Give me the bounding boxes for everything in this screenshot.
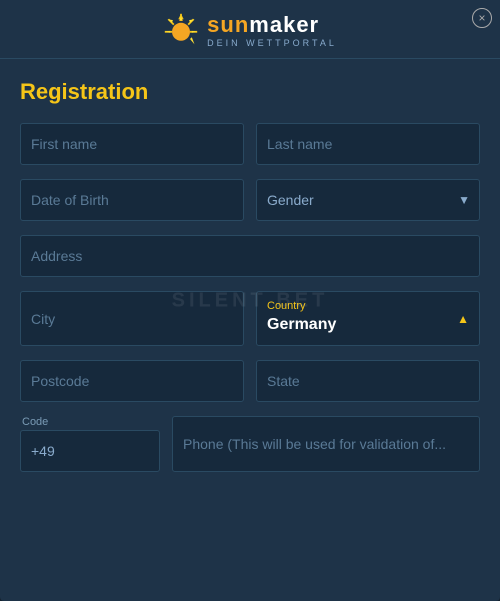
close-button[interactable]: × bbox=[472, 8, 492, 28]
code-input[interactable] bbox=[20, 430, 160, 472]
state-group bbox=[256, 360, 480, 402]
country-dropdown[interactable]: Country Germany ▲ bbox=[256, 291, 480, 346]
address-input[interactable] bbox=[20, 235, 480, 277]
gender-select[interactable]: Gender Male Female bbox=[256, 179, 480, 221]
logo-tagline: DEIN WETTPORTAL bbox=[207, 38, 337, 48]
gender-group: Gender Male Female ▼ bbox=[256, 179, 480, 221]
dob-group bbox=[20, 179, 244, 221]
city-input[interactable] bbox=[20, 291, 244, 346]
city-country-row: Country Germany ▲ bbox=[20, 291, 480, 346]
postcode-state-row bbox=[20, 360, 480, 402]
gender-select-wrapper: Gender Male Female ▼ bbox=[256, 179, 480, 221]
form-content: Registration Gender Male Female bbox=[0, 59, 500, 472]
phone-input[interactable] bbox=[172, 416, 480, 472]
postcode-input[interactable] bbox=[20, 360, 244, 402]
modal-container: × sunmake bbox=[0, 0, 500, 601]
sunmaker-sun-icon bbox=[163, 12, 199, 48]
phone-group bbox=[172, 416, 480, 472]
first-name-group bbox=[20, 123, 244, 165]
modal-header: sunmaker DEIN WETTPORTAL bbox=[0, 0, 500, 59]
logo-maker-text: maker bbox=[249, 12, 319, 37]
last-name-input[interactable] bbox=[256, 123, 480, 165]
city-group bbox=[20, 291, 244, 346]
country-chevron-icon: ▲ bbox=[457, 312, 469, 326]
logo: sunmaker DEIN WETTPORTAL bbox=[0, 12, 500, 48]
country-value: Germany bbox=[267, 316, 449, 334]
page-title: Registration bbox=[20, 79, 480, 105]
code-group: Code bbox=[20, 416, 160, 472]
last-name-group bbox=[256, 123, 480, 165]
dob-gender-row: Gender Male Female ▼ bbox=[20, 179, 480, 221]
phone-row: Code bbox=[20, 416, 480, 472]
name-row bbox=[20, 123, 480, 165]
dob-input[interactable] bbox=[20, 179, 244, 221]
logo-text: sunmaker DEIN WETTPORTAL bbox=[207, 12, 337, 48]
country-group: Country Germany ▲ bbox=[256, 291, 480, 346]
country-label: Country bbox=[267, 300, 306, 312]
logo-sun-text: sun bbox=[207, 12, 249, 37]
code-label: Code bbox=[20, 416, 160, 428]
address-group bbox=[20, 235, 480, 277]
logo-brand-name: sunmaker bbox=[207, 12, 319, 38]
address-row bbox=[20, 235, 480, 277]
postcode-group bbox=[20, 360, 244, 402]
state-input[interactable] bbox=[256, 360, 480, 402]
first-name-input[interactable] bbox=[20, 123, 244, 165]
